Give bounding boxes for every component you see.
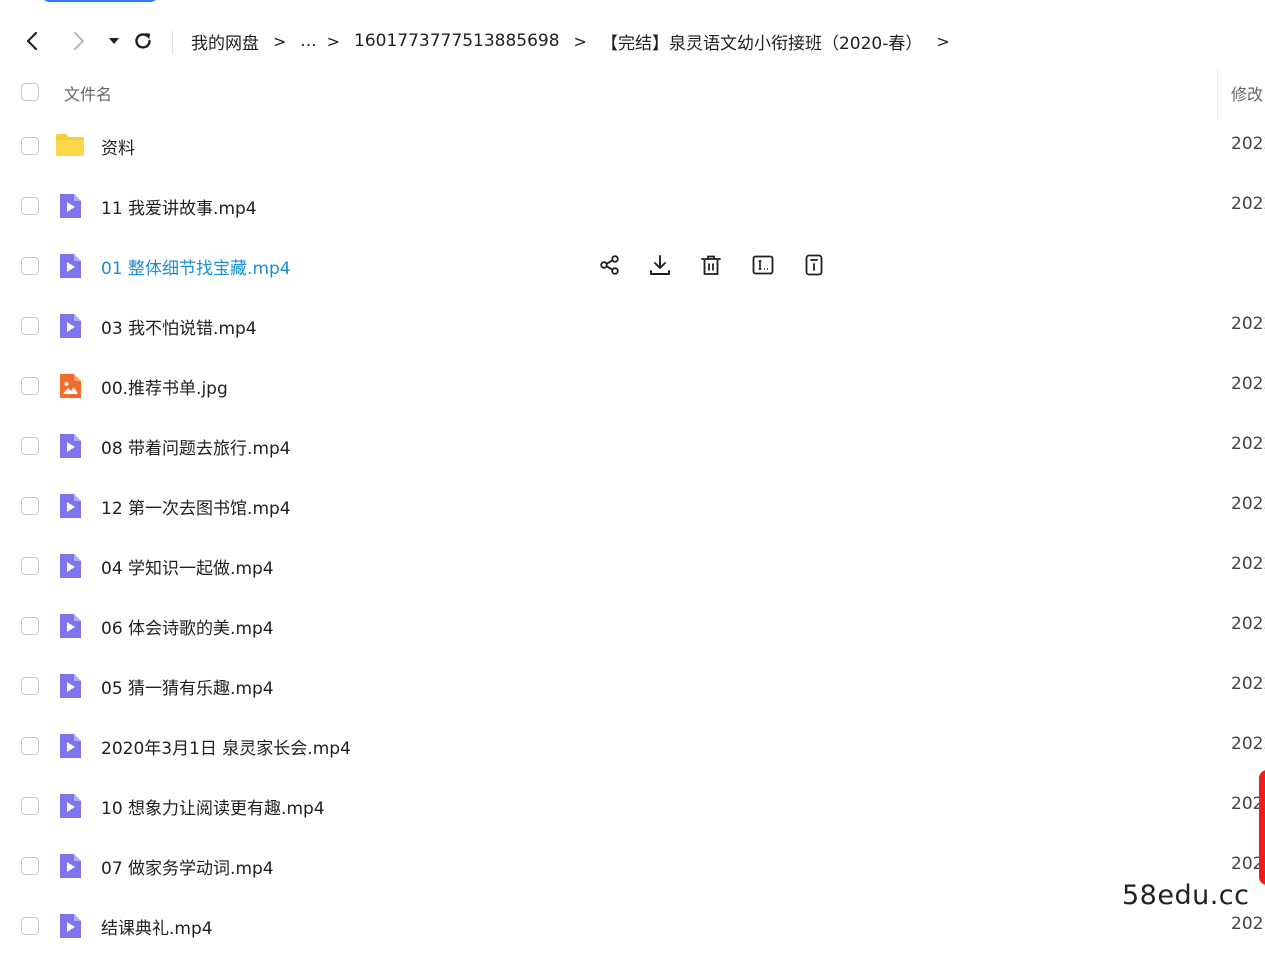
watermark: 58edu.cc [1122, 880, 1250, 911]
row-checkbox[interactable] [21, 257, 39, 275]
file-row[interactable]: 11 我爱讲故事.mp4 2022 [0, 176, 1265, 236]
image-icon [57, 373, 83, 399]
breadcrumb-item-root[interactable]: 我的网盘 [191, 29, 259, 54]
row-checkbox[interactable] [21, 737, 39, 755]
video-icon [57, 433, 83, 459]
video-icon [57, 613, 83, 639]
folder-icon [55, 132, 84, 158]
navigation-bar: 我的网盘 > ... > 1601773777513885698 > 【完结】泉… [0, 22, 1265, 60]
file-modified-date: 2022 [1231, 674, 1265, 694]
row-checkbox[interactable] [21, 857, 39, 875]
column-divider[interactable] [1217, 70, 1218, 120]
breadcrumb-separator: > [573, 31, 587, 51]
row-checkbox[interactable] [21, 377, 39, 395]
row-checkbox[interactable] [21, 197, 39, 215]
file-name[interactable]: 资料 [101, 134, 135, 159]
file-row[interactable]: 06 体会诗歌的美.mp4 2022 [0, 596, 1265, 656]
file-modified-date: 2022 [1231, 194, 1265, 214]
breadcrumb-separator: > [936, 31, 950, 51]
file-name[interactable]: 08 带着问题去旅行.mp4 [101, 434, 291, 459]
video-icon [57, 913, 83, 939]
row-checkbox[interactable] [21, 497, 39, 515]
file-row[interactable]: 2020年3月1日 泉灵家长会.mp4 2022 [0, 716, 1265, 776]
file-name[interactable]: 01 整体细节找宝藏.mp4 [101, 254, 291, 279]
file-modified-date: 2022 [1231, 134, 1265, 154]
file-modified-date: 2022 [1231, 374, 1265, 394]
file-row[interactable]: 07 做家务学动词.mp4 202 [0, 836, 1265, 896]
file-name[interactable]: 03 我不怕说错.mp4 [101, 314, 257, 339]
file-modified-date: 202 [1231, 914, 1264, 934]
row-checkbox[interactable] [21, 437, 39, 455]
refresh-icon[interactable] [130, 28, 156, 54]
share-icon[interactable] [598, 253, 622, 277]
download-icon[interactable] [648, 253, 672, 277]
file-row[interactable]: 03 我不怕说错.mp4 2022 [0, 296, 1265, 356]
file-name[interactable]: 2020年3月1日 泉灵家长会.mp4 [101, 734, 351, 759]
back-icon[interactable] [19, 28, 45, 54]
video-icon [57, 493, 83, 519]
file-modified-date: 2022 [1231, 314, 1265, 334]
file-name[interactable]: 结课典礼.mp4 [101, 914, 213, 939]
breadcrumb-separator: > [273, 31, 287, 51]
history-dropdown-icon[interactable] [101, 28, 127, 54]
file-modified-date: 2022 [1231, 434, 1265, 454]
file-row[interactable]: 08 带着问题去旅行.mp4 2022 [0, 416, 1265, 476]
file-modified-date: 2022 [1231, 554, 1265, 574]
select-all-checkbox[interactable] [21, 83, 39, 101]
delete-icon[interactable] [699, 253, 723, 277]
file-name[interactable]: 04 学知识一起做.mp4 [101, 554, 274, 579]
column-header-name[interactable]: 文件名 [64, 81, 112, 105]
file-name[interactable]: 05 猜一猜有乐趣.mp4 [101, 674, 274, 699]
column-header-modified[interactable]: 修改 [1231, 81, 1263, 105]
video-icon [57, 193, 83, 219]
row-checkbox[interactable] [21, 797, 39, 815]
breadcrumb-separator: > [326, 31, 341, 51]
file-name[interactable]: 12 第一次去图书馆.mp4 [101, 494, 291, 519]
video-icon [57, 553, 83, 579]
file-modified-date: 2022 [1231, 494, 1265, 514]
side-floating-tab[interactable] [1259, 770, 1265, 885]
video-icon [57, 313, 83, 339]
row-checkbox[interactable] [21, 137, 39, 155]
video-icon [57, 253, 83, 279]
forward-icon[interactable] [66, 28, 92, 54]
file-row[interactable]: 01 整体细节找宝藏.mp4 [0, 236, 1265, 296]
file-name[interactable]: 10 想象力让阅读更有趣.mp4 [101, 794, 325, 819]
file-modified-date: 2022 [1231, 614, 1265, 634]
file-modified-date: 2022 [1231, 734, 1265, 754]
file-row[interactable]: 00.推荐书单.jpg 2022 [0, 356, 1265, 416]
top-button-remnant[interactable] [40, 0, 160, 2]
file-name[interactable]: 00.推荐书单.jpg [101, 374, 228, 399]
details-icon[interactable] [802, 253, 826, 277]
row-checkbox[interactable] [21, 617, 39, 635]
video-icon [57, 853, 83, 879]
rename-icon[interactable] [751, 253, 775, 277]
video-icon [57, 733, 83, 759]
breadcrumb-item-current[interactable]: 【完结】泉灵语文幼小衔接班（2020-春） [601, 29, 922, 54]
file-list-header: 文件名 修改 [0, 70, 1265, 114]
breadcrumb-item-folder-id[interactable]: 1601773777513885698 [354, 31, 560, 51]
file-row[interactable]: 10 想象力让阅读更有趣.mp4 202 [0, 776, 1265, 836]
file-row[interactable]: 04 学知识一起做.mp4 2022 [0, 536, 1265, 596]
breadcrumb: 我的网盘 > ... > 1601773777513885698 > 【完结】泉… [191, 22, 964, 60]
nav-divider [172, 30, 173, 54]
row-checkbox[interactable] [21, 677, 39, 695]
video-icon [57, 793, 83, 819]
file-row[interactable]: 12 第一次去图书馆.mp4 2022 [0, 476, 1265, 536]
file-name[interactable]: 11 我爱讲故事.mp4 [101, 194, 257, 219]
file-row[interactable]: 05 猜一猜有乐趣.mp4 2022 [0, 656, 1265, 716]
row-checkbox[interactable] [21, 917, 39, 935]
file-name[interactable]: 07 做家务学动词.mp4 [101, 854, 274, 879]
breadcrumb-item-ellipsis[interactable]: ... [300, 31, 316, 51]
file-row[interactable]: 资料 2022 [0, 116, 1265, 176]
video-icon [57, 673, 83, 699]
row-checkbox[interactable] [21, 557, 39, 575]
file-row[interactable]: 结课典礼.mp4 202 [0, 896, 1265, 956]
row-checkbox[interactable] [21, 317, 39, 335]
file-name[interactable]: 06 体会诗歌的美.mp4 [101, 614, 274, 639]
